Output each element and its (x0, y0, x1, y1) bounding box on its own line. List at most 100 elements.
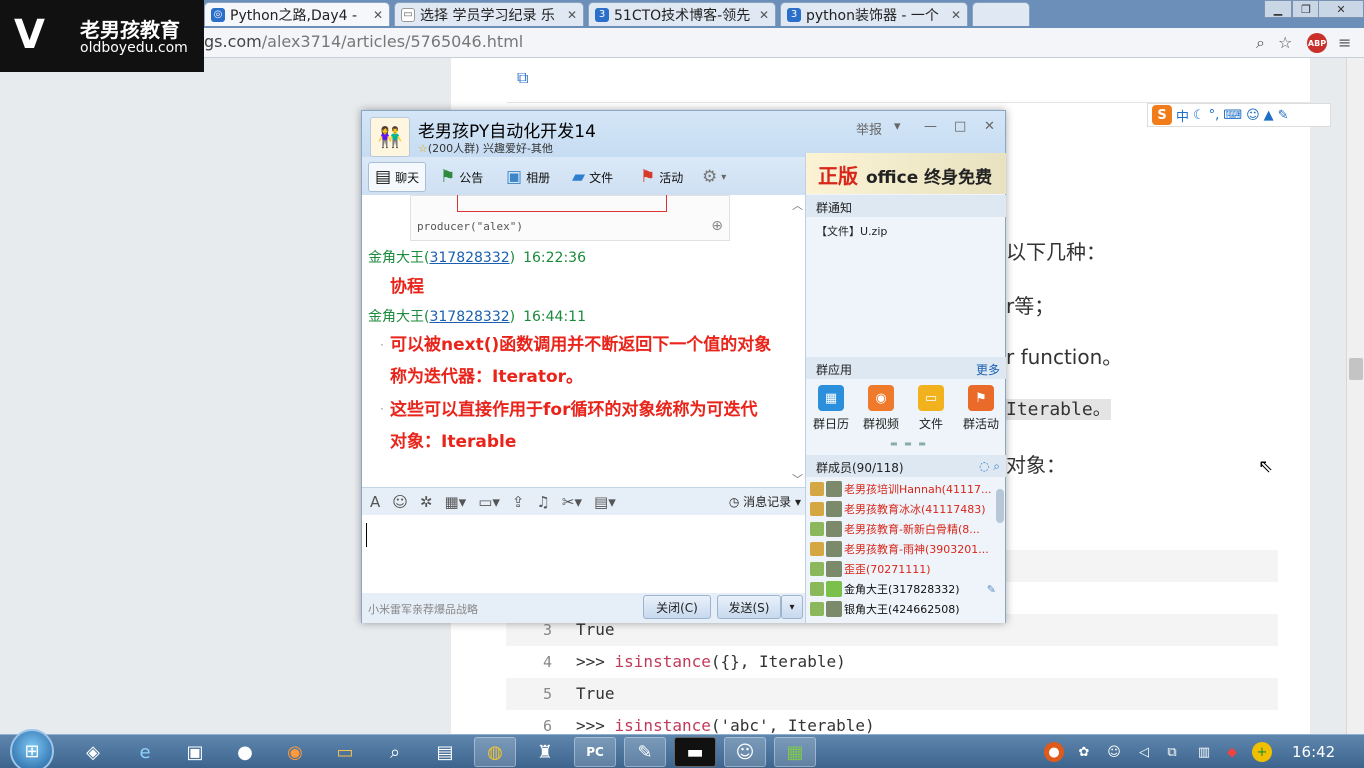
qq-header[interactable]: 👫 老男孩PY自动化开发14 ☆(200人群) 兴趣爱好-其他 举报 ▾ — □… (362, 111, 1005, 157)
tab-close-icon[interactable]: ✕ (567, 8, 577, 22)
app-events[interactable]: ⚑ 群活动 (958, 385, 1004, 432)
member-item[interactable]: 歪歪(70271111) (810, 559, 996, 579)
network-icon[interactable]: ▥ (1194, 742, 1214, 762)
copy-icon[interactable]: ⧉ (517, 68, 528, 88)
send-button[interactable]: 发送(S) (717, 595, 781, 619)
notice-file-link[interactable]: 【文件】U.zip (816, 223, 887, 239)
tab-python-day4[interactable]: ◎ Python之路,Day4 - ✕ (204, 2, 390, 26)
ime-mode[interactable]: 中 (1176, 106, 1189, 125)
emoji-icon[interactable]: ☺ (392, 493, 408, 511)
ime-toolbar[interactable]: S 中 ☾ °, ⌨ ☺ ▲ ✎ (1147, 103, 1331, 127)
menu-icon[interactable]: ≡ (1338, 33, 1351, 52)
tab-student-record[interactable]: ▭ 选择 学员学习纪录 乐 ✕ (394, 2, 584, 26)
member-item[interactable]: 老男孩教育-雨神(3903201... (810, 539, 996, 559)
scroll-up-icon[interactable]: ︿ (792, 197, 803, 213)
qq-icon[interactable]: ● (224, 737, 266, 767)
magic-icon[interactable]: ✲ (420, 493, 433, 511)
app-calendar[interactable]: ▦ 群日历 (808, 385, 854, 432)
settings-menu[interactable]: ⚙ ▾ (696, 162, 732, 192)
tab-files[interactable]: ▰ 文件 (566, 162, 619, 192)
tab-notice[interactable]: ⚑ 公告 (434, 162, 489, 192)
edit-icon[interactable]: ✎ (987, 583, 996, 596)
app-files[interactable]: ▭ 文件 (908, 385, 954, 432)
tab-close-icon[interactable]: ✕ (951, 8, 961, 22)
scissors-icon[interactable]: ✂▾ (562, 493, 582, 511)
message-image[interactable]: producer("alex") ⊕ (410, 195, 730, 241)
restore-button[interactable]: ❐ (1292, 0, 1320, 18)
new-tab-button[interactable] (972, 2, 1030, 26)
zoom-icon[interactable]: ⌕ (1256, 33, 1265, 53)
zoom-icon[interactable]: ⊕ (711, 218, 723, 234)
more-link[interactable]: 更多 (976, 361, 1000, 378)
history-button[interactable]: ◷ 消息记录 ▾ (729, 493, 801, 510)
ad-link[interactable]: 小米雷军亲荐爆品战略 (368, 601, 478, 617)
scroll-down-icon[interactable]: ﹀ (792, 471, 803, 487)
chrome-icon[interactable]: ◍ (474, 737, 516, 767)
member-item[interactable]: 老男孩教育-新新白骨精(8... (810, 519, 996, 539)
taskbar-app-icon[interactable]: ◈ (72, 737, 114, 767)
close-button[interactable]: ✕ (984, 119, 995, 134)
firefox-icon[interactable]: ◉ (274, 737, 316, 767)
tray-icon[interactable]: ☺ (1104, 742, 1124, 762)
moon-icon[interactable]: ☾ (1193, 108, 1205, 123)
scroll-thumb[interactable] (1349, 358, 1363, 380)
member-item[interactable]: 老男孩培训Hannah(41117... (810, 479, 996, 499)
page-scrollbar[interactable] (1346, 58, 1364, 734)
volume-icon[interactable]: ◁ (1134, 742, 1154, 762)
group-avatar[interactable]: 👫 (370, 117, 410, 157)
minimize-button[interactable]: — (924, 119, 937, 134)
taskbar-app-icon[interactable]: ▦ (774, 737, 816, 767)
tab-close-icon[interactable]: ✕ (373, 8, 383, 22)
folder-icon[interactable]: ▭ (324, 737, 366, 767)
sogou-icon[interactable]: S (1152, 105, 1172, 125)
app-video[interactable]: ◉ 群视频 (858, 385, 904, 432)
upload-icon[interactable]: ⇪ (512, 493, 525, 511)
gift-icon[interactable]: ▦▾ (444, 493, 466, 511)
tray-icon[interactable]: ● (1044, 742, 1064, 762)
ie-icon[interactable]: e (124, 737, 166, 767)
pycharm-icon[interactable]: PC (574, 737, 616, 767)
wrench-icon[interactable]: ✎ (1278, 108, 1289, 123)
tab-close-icon[interactable]: ✕ (759, 8, 769, 22)
music-icon[interactable]: ♫ (536, 493, 549, 511)
tray-icon[interactable]: ◆ (1222, 742, 1242, 762)
tray-icon[interactable]: ⧉ (1162, 742, 1182, 762)
member-scrollbar[interactable] (996, 489, 1004, 523)
taskbar-app-icon[interactable]: ♜ (524, 737, 566, 767)
terminal-icon[interactable]: ▬ (674, 737, 716, 767)
close-window-button[interactable]: ✕ (1318, 0, 1364, 18)
message-input[interactable] (362, 515, 805, 593)
ad-banner[interactable]: 正版 office 终身免费 (806, 153, 1006, 194)
skin-icon[interactable]: ▲ (1264, 108, 1274, 123)
start-button[interactable]: ⊞ (10, 729, 54, 768)
report-button[interactable]: 举报 (856, 119, 882, 138)
close-chat-button[interactable]: 关闭(C) (643, 595, 711, 619)
tab-album[interactable]: ▣ 相册 (500, 162, 556, 192)
member-item[interactable]: 老男孩教育冰冰(41117483) (810, 499, 996, 519)
tray-icon[interactable]: ✿ (1074, 742, 1094, 762)
tab-events[interactable]: ⚑ 活动 (634, 162, 689, 192)
star-icon[interactable]: ☆ (1278, 33, 1292, 52)
user-icon[interactable]: ☺ (1246, 108, 1260, 123)
punct-icon[interactable]: °, (1209, 108, 1220, 123)
image-icon[interactable]: ▭▾ (478, 493, 500, 511)
member-item[interactable]: 银角大王(424662508) (810, 599, 996, 619)
taskbar-app-icon[interactable]: ▣ (174, 737, 216, 767)
tab-51cto-blog[interactable]: 3 51CTO技术博客-领先 ✕ (588, 2, 776, 26)
maximize-button[interactable]: □ (954, 119, 966, 134)
tab-chat[interactable]: ▤ 聊天 (368, 162, 427, 192)
address-bar[interactable]: gs.com/alex3714/articles/5765046.html ⌕ … (0, 28, 1364, 58)
screen-icon[interactable]: ▤▾ (594, 493, 616, 511)
taskbar-app-icon[interactable]: ▤ (424, 737, 466, 767)
message-area[interactable]: producer("alex") ⊕ ︿ 金角大王(317828332) 16:2… (362, 195, 805, 487)
taskbar-app-icon[interactable]: ⌕ (374, 737, 416, 767)
chevron-down-icon[interactable]: ▾ (894, 119, 901, 134)
clock[interactable]: 16:42 (1292, 743, 1335, 761)
tab-python-decorator[interactable]: 3 python装饰器 - 一个 ✕ (780, 2, 968, 26)
send-options-button[interactable]: ▾ (781, 595, 803, 619)
minimize-button[interactable]: ▁ (1264, 0, 1292, 18)
qq-group-icon[interactable]: ☺ (724, 737, 766, 767)
font-icon[interactable]: A (370, 493, 380, 511)
group-title[interactable]: 老男孩PY自动化开发14 (418, 117, 596, 142)
search-icon[interactable]: ◌ ⌕ (979, 459, 1000, 474)
